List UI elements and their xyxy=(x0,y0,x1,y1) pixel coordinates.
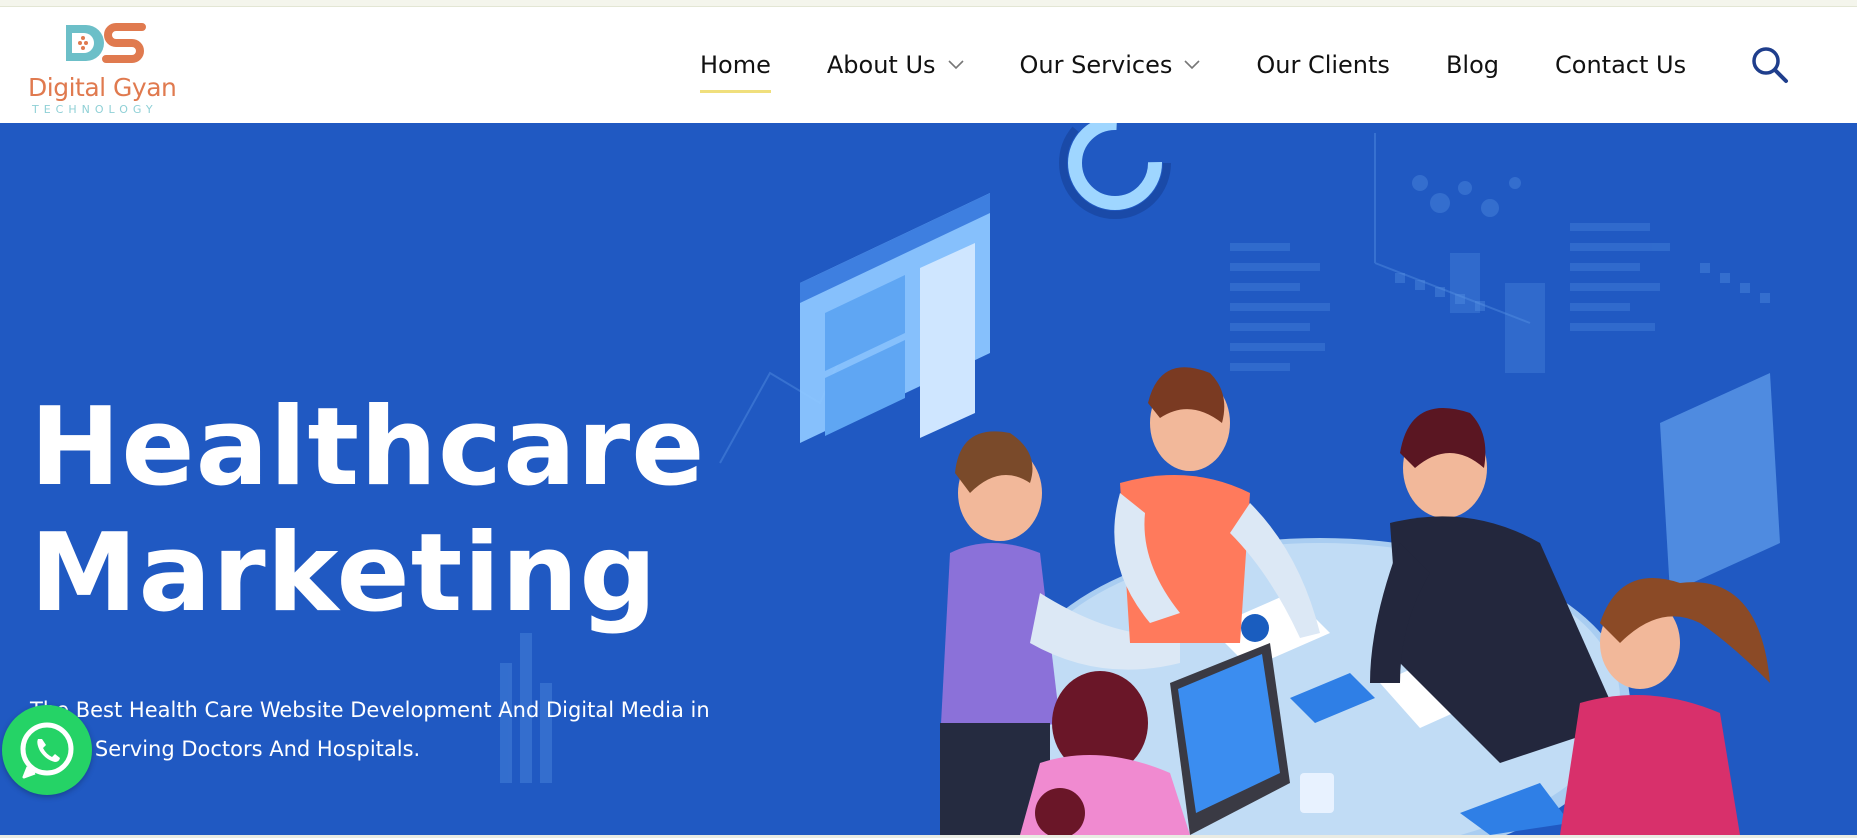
hero-title-line-1: Healthcare xyxy=(30,385,706,510)
logo-name: Digital Gyan xyxy=(28,73,177,102)
hero-title: Healthcare Marketing xyxy=(30,385,705,637)
chevron-down-icon xyxy=(947,60,964,70)
main-nav: Home About Us Our Services Our Clients B… xyxy=(700,7,1742,123)
chevron-down-icon xyxy=(1184,60,1200,70)
nav-our-services-label: Our Services xyxy=(1019,51,1173,79)
hero-subtitle: The Best Health Care Website Development… xyxy=(30,698,710,761)
logo-mark-icon xyxy=(66,23,146,63)
site-header: Digital Gyan TECHNOLOGY Home About Us Ou… xyxy=(0,7,1857,123)
nav-home-label: Home xyxy=(700,51,771,79)
nav-about-us[interactable]: About Us xyxy=(827,51,964,79)
nav-contact-us-label: Contact Us xyxy=(1555,51,1687,79)
logo-tagline: TECHNOLOGY xyxy=(32,103,158,116)
nav-about-us-label: About Us xyxy=(826,51,936,79)
search-icon[interactable] xyxy=(1750,45,1790,85)
whatsapp-icon xyxy=(20,722,74,779)
top-border xyxy=(0,0,1857,7)
hero-title-line-2: Marketing xyxy=(30,511,658,636)
logo[interactable]: Digital Gyan TECHNOLOGY xyxy=(28,21,188,116)
nav-blog-label: Blog xyxy=(1445,51,1499,79)
whatsapp-button[interactable] xyxy=(2,705,92,795)
nav-blog[interactable]: Blog xyxy=(1446,51,1499,79)
nav-our-services[interactable]: Our Services xyxy=(1020,51,1201,79)
nav-contact-us[interactable]: Contact Us xyxy=(1555,51,1686,79)
hero-banner: Healthcare Marketing The Best Health Car… xyxy=(0,123,1857,835)
nav-our-clients[interactable]: Our Clients xyxy=(1256,51,1390,79)
nav-home[interactable]: Home xyxy=(700,51,771,93)
nav-our-clients-label: Our Clients xyxy=(1256,51,1390,79)
